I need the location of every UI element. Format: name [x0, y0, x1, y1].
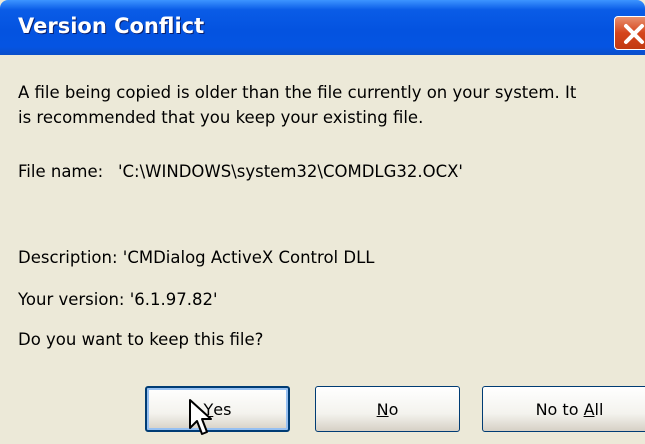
close-button[interactable] [614, 16, 645, 50]
description-row: Description: 'CMDialog ActiveX Control D… [18, 248, 374, 267]
no-button[interactable]: No [315, 386, 460, 432]
close-icon [624, 24, 644, 44]
version-label: Your version: [18, 290, 125, 309]
file-name-row: File name: 'C:\WINDOWS\system32\COMDLG32.… [18, 162, 463, 181]
version-conflict-dialog: Version Conflict A file being copied is … [0, 0, 645, 444]
description-value: 'CMDialog ActiveX Control DLL [122, 248, 375, 267]
no-to-all-button-rest: ll [594, 399, 604, 419]
version-value: '6.1.97.82' [129, 290, 218, 309]
yes-button-rest: es [213, 399, 232, 419]
window-title: Version Conflict [18, 14, 205, 38]
mouse-pointer-icon [189, 399, 212, 435]
description-label: Description: [18, 248, 118, 267]
version-row: Your version: '6.1.97.82' [18, 290, 218, 309]
no-button-accel: N [376, 399, 389, 419]
file-name-value: 'C:\WINDOWS\system32\COMDLG32.OCX' [118, 162, 463, 181]
yes-button[interactable]: Yes [145, 386, 290, 432]
file-name-label: File name: [18, 162, 104, 181]
message-line-2: is recommended that you keep your existi… [18, 108, 424, 127]
no-button-rest: o [388, 399, 399, 419]
message-line-1: A file being copied is older than the fi… [18, 83, 577, 102]
no-to-all-button-accel: A [583, 399, 595, 419]
message-text: A file being copied is older than the fi… [18, 80, 645, 130]
keep-file-question: Do you want to keep this file? [18, 330, 264, 349]
no-to-all-button[interactable]: No to All [482, 386, 645, 432]
title-bar[interactable]: Version Conflict [0, 0, 645, 55]
no-to-all-button-prefix: No to [535, 399, 584, 419]
